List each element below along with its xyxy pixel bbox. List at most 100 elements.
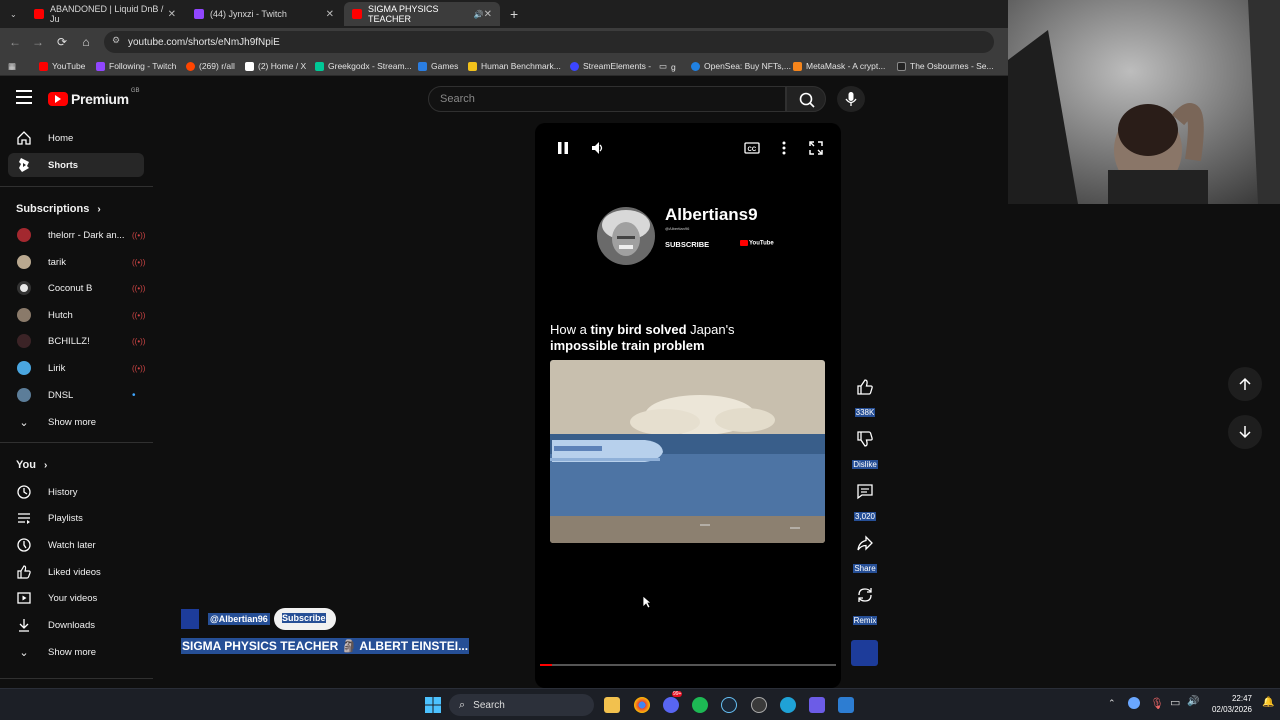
address-bar[interactable]: ⚙ youtube.com/shorts/eNmJh9fNpiE xyxy=(104,31,994,53)
menu-icon[interactable] xyxy=(16,90,32,104)
tab-search-button[interactable]: ⌄ xyxy=(2,2,22,26)
forward-icon[interactable]: → xyxy=(31,35,45,49)
opensea-icon xyxy=(691,61,700,71)
sidebar-item-subscription[interactable]: tarik ((•)) xyxy=(8,250,145,274)
sidebar-item-history[interactable]: History xyxy=(8,480,144,504)
video-progress-bar[interactable] xyxy=(540,664,836,666)
discord-icon[interactable]: 99+ xyxy=(663,691,683,713)
show-more-button[interactable]: ⌄ Show more xyxy=(8,410,144,434)
more-options-icon[interactable] xyxy=(782,141,786,158)
bookmark-folder-g[interactable]: ▭ g xyxy=(659,61,676,72)
app-grid-icon[interactable] xyxy=(809,697,825,713)
tab-twitch[interactable]: (44) Jynxzi - Twitch ✕ xyxy=(186,2,342,26)
bookmark-opensea[interactable]: OpenSea: Buy NFTs,... xyxy=(691,61,791,71)
volume-icon[interactable]: 🔊 xyxy=(1187,696,1199,707)
search-button[interactable] xyxy=(786,86,826,112)
channel-avatar xyxy=(16,307,32,323)
settings-icon[interactable] xyxy=(751,697,767,713)
youtube-premium-logo[interactable]: Premium GB xyxy=(48,88,139,107)
bookmark-metamask[interactable]: MetaMask - A crypt... xyxy=(793,61,885,71)
voice-search-button[interactable] xyxy=(837,86,865,112)
tab-abandoned[interactable]: ABANDONED | Liquid DnB / Ju ✕ xyxy=(26,2,184,26)
headline-bold-part: tiny bird solved xyxy=(590,322,687,337)
taskbar-search[interactable]: ⌕ Search xyxy=(449,694,594,716)
video-title[interactable]: SIGMA PHYSICS TEACHER 🗿 ALBERT EINSTEI..… xyxy=(181,638,470,654)
network-icon[interactable]: ▭ xyxy=(1170,696,1180,709)
windows-start-icon[interactable] xyxy=(425,697,441,713)
sidebar-item-subscription[interactable]: DNSL • xyxy=(8,383,144,407)
chrome-icon[interactable] xyxy=(634,697,650,713)
home-icon[interactable]: ⌂ xyxy=(79,35,93,49)
bookmark-youtube[interactable]: YouTube xyxy=(39,61,85,71)
chevron-up-icon[interactable]: ⌃ xyxy=(1108,698,1116,709)
streamelements-icon xyxy=(315,61,324,71)
security-shield-icon[interactable] xyxy=(838,697,854,713)
show-more-you-button[interactable]: ⌄ Show more xyxy=(8,640,144,664)
channel-handle-link[interactable]: @Albertian96 xyxy=(208,613,270,625)
remix-button[interactable]: Remix xyxy=(849,580,881,628)
bookmark-x[interactable]: (2) Home / X xyxy=(245,61,306,71)
bookmark-reddit[interactable]: (269) r/all xyxy=(186,61,235,71)
fullscreen-icon[interactable] xyxy=(809,141,823,158)
bookmark-games[interactable]: Games xyxy=(418,61,458,71)
volume-icon[interactable] xyxy=(591,141,605,158)
speaker-icon[interactable]: 🔊 xyxy=(474,10,484,19)
sidebar-item-subscription[interactable]: BCHILLZ! ((•)) xyxy=(8,329,145,353)
sidebar-item-subscription[interactable]: Coconut B ((•)) xyxy=(8,276,146,300)
sidebar-item-downloads[interactable]: Downloads xyxy=(8,613,144,637)
sidebar-item-home[interactable]: Home xyxy=(8,126,144,150)
tab-sigma-physics[interactable]: SIGMA PHYSICS TEACHER 🔊 ✕ xyxy=(344,2,500,26)
divider xyxy=(0,678,153,679)
audio-track-thumbnail[interactable] xyxy=(851,640,878,666)
microphone-icon[interactable]: 🎙 xyxy=(1150,697,1164,710)
subscriptions-title: Subscriptions xyxy=(16,203,90,215)
sidebar-item-subscription[interactable]: Hutch ((•)) xyxy=(8,303,145,327)
notifications-icon[interactable]: 🔔 xyxy=(1262,697,1274,708)
sidebar-item-liked-videos[interactable]: Liked videos xyxy=(8,560,144,584)
subscriptions-heading[interactable]: Subscriptions › xyxy=(16,203,101,215)
shorts-player[interactable]: CC Albertians9 @Albertian96 SUBSCRIBE Yo… xyxy=(535,123,841,688)
search-input[interactable]: Search xyxy=(428,86,786,112)
onedrive-icon[interactable] xyxy=(1128,697,1140,709)
bookmark-human-benchmark[interactable]: Human Benchmark... xyxy=(468,61,561,71)
dislike-button[interactable]: Dislike xyxy=(849,424,881,472)
sidebar-item-shorts[interactable]: Shorts xyxy=(8,153,144,177)
pause-icon[interactable] xyxy=(557,141,569,158)
steam-icon[interactable] xyxy=(721,697,737,713)
channel-avatar[interactable] xyxy=(181,609,199,629)
apps-icon[interactable]: ▦ xyxy=(8,61,16,72)
subscribe-button[interactable]: Subscribe xyxy=(274,608,336,630)
bookmark-greekgodx[interactable]: Greekgodx - Stream... xyxy=(315,61,412,71)
channel-avatar xyxy=(16,227,32,243)
bookmark-twitch[interactable]: Following - Twitch xyxy=(96,61,176,71)
bookmark-streamelements[interactable]: StreamElements - xyxy=(570,61,651,71)
spotify-icon[interactable] xyxy=(692,697,708,713)
close-icon[interactable]: ✕ xyxy=(326,9,334,20)
next-short-button[interactable] xyxy=(1228,415,1262,449)
you-heading[interactable]: You › xyxy=(16,459,47,471)
bookmark-label: (2) Home / X xyxy=(258,61,307,71)
sidebar-item-your-videos[interactable]: Your videos xyxy=(8,586,144,610)
browser-app-icon[interactable] xyxy=(780,697,796,713)
reddit-icon xyxy=(186,61,195,71)
close-icon[interactable]: ✕ xyxy=(484,9,492,20)
sidebar-item-subscription[interactable]: thelorr - Dark an... ((•)) xyxy=(8,223,145,247)
sidebar-item-subscription[interactable]: Lirik ((•)) xyxy=(8,356,145,380)
file-explorer-icon[interactable] xyxy=(604,697,620,713)
previous-short-button[interactable] xyxy=(1228,367,1262,401)
reload-icon[interactable]: ⟳ xyxy=(55,35,69,49)
back-icon[interactable]: ← xyxy=(8,35,22,49)
close-icon[interactable]: ✕ xyxy=(168,9,176,20)
share-button[interactable]: Share xyxy=(849,528,881,576)
system-clock[interactable]: 22:47 02/03/2026 xyxy=(1204,693,1252,715)
like-button[interactable]: 338K xyxy=(849,372,881,420)
captions-icon[interactable]: CC xyxy=(744,141,760,158)
site-info-icon[interactable]: ⚙ xyxy=(112,35,120,46)
avatar xyxy=(17,281,31,295)
live-indicator-icon: ((•)) xyxy=(132,283,146,293)
new-tab-button[interactable]: + xyxy=(502,2,522,26)
sidebar-item-playlists[interactable]: Playlists xyxy=(8,506,144,530)
sidebar-item-watch-later[interactable]: Watch later xyxy=(8,533,144,557)
bookmark-osbournes[interactable]: The Osbournes - Se... xyxy=(897,61,994,71)
comments-button[interactable]: 3,020 xyxy=(849,476,881,524)
